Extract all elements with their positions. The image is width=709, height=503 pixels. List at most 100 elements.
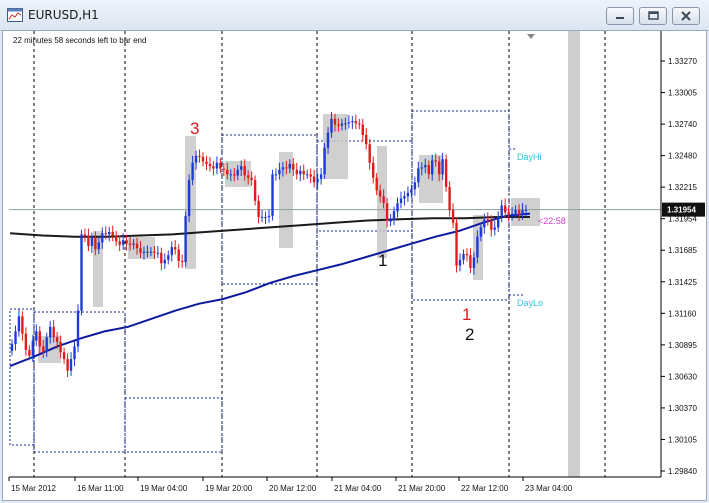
- bullish-candle: [326, 132, 330, 148]
- chart-window-icon: [7, 8, 23, 22]
- bullish-candle: [108, 232, 111, 235]
- bearish-candle: [243, 166, 246, 176]
- bearish-candle: [153, 251, 156, 253]
- bullish-candle: [403, 196, 406, 199]
- price-tick-label: 1.32215: [668, 183, 697, 192]
- bearish-candle: [507, 212, 510, 215]
- bearish-candle: [302, 170, 305, 175]
- bullish-candle: [271, 174, 274, 216]
- bullish-candle: [69, 359, 73, 371]
- bearish-candle: [285, 167, 288, 169]
- bullish-candle: [340, 123, 344, 126]
- bearish-candle: [139, 248, 142, 253]
- minimize-button[interactable]: [606, 7, 634, 25]
- bearish-candle: [181, 260, 184, 263]
- bullish-candle: [431, 160, 434, 175]
- bar-timer-text: 22 minutes 58 seconds left to bar end: [13, 36, 146, 45]
- chart-canvas[interactable]: DayHiDayLo<22:58311222 minutes 58 second…: [3, 31, 706, 500]
- bearish-candle: [257, 200, 260, 217]
- bearish-candle: [382, 196, 385, 204]
- bearish-candle: [444, 159, 448, 187]
- bearish-candle: [198, 155, 201, 157]
- bearish-candle: [94, 237, 97, 250]
- bullish-candle: [45, 337, 48, 353]
- bullish-candle: [524, 210, 528, 212]
- bullish-candle: [17, 316, 21, 332]
- bullish-candle: [521, 210, 524, 215]
- bearish-candle: [177, 249, 180, 261]
- chart-window: EURUSD,H1 DayHi DayLo <22:58 3 1 1 2 22 minutes…: [0, 0, 709, 503]
- bullish-candle: [260, 217, 264, 218]
- bearish-candle: [295, 169, 298, 175]
- bullish-candle: [149, 251, 153, 253]
- bullish-candle: [344, 123, 347, 125]
- plot-area: [9, 31, 661, 477]
- bearish-candle: [365, 135, 368, 145]
- bullish-candle: [132, 243, 135, 245]
- time-tick-label: 22 Mar 12:00: [461, 484, 509, 493]
- bullish-candle: [483, 219, 486, 228]
- bullish-candle: [316, 178, 319, 183]
- bearish-candle: [385, 203, 389, 221]
- price-chart[interactable]: DayHi DayLo <22:58 3 1 1 2 22 minutes 58 second…: [2, 30, 707, 501]
- bullish-candle: [319, 174, 323, 179]
- bearish-candle: [448, 187, 451, 211]
- bearish-candle: [434, 160, 437, 162]
- bullish-candle: [493, 227, 496, 230]
- close-icon: [681, 11, 691, 21]
- wave-label-3: 3: [190, 119, 199, 138]
- bearish-candle: [118, 241, 121, 245]
- bearish-candle: [160, 252, 163, 264]
- bullish-candle: [215, 162, 219, 169]
- bullish-candle: [97, 242, 100, 250]
- restore-button[interactable]: [639, 7, 667, 25]
- price-tick-label: 1.32480: [668, 152, 697, 161]
- bullish-candle: [278, 169, 281, 175]
- title-bar[interactable]: EURUSD,H1: [0, 0, 709, 31]
- restore-icon: [648, 11, 659, 20]
- bearish-candle: [111, 232, 114, 236]
- time-tick-label: 15 Mar 2012: [11, 484, 56, 493]
- bearish-candle: [451, 210, 455, 223]
- bearish-candle: [128, 243, 132, 245]
- bearish-candle: [486, 219, 489, 221]
- wave-label-1-black: 1: [378, 251, 387, 270]
- bearish-candle: [292, 163, 295, 170]
- bullish-candle: [194, 155, 198, 163]
- bullish-candle: [462, 254, 465, 260]
- bullish-candle: [163, 259, 166, 264]
- time-tick-label: 19 Mar 20:00: [205, 484, 253, 493]
- bearish-candle: [59, 341, 62, 353]
- bearish-candle: [115, 235, 118, 242]
- bearish-candle: [309, 174, 312, 177]
- bullish-candle: [170, 247, 173, 256]
- price-tick-label: 1.33005: [668, 89, 697, 98]
- bullish-candle: [458, 259, 462, 266]
- time-tick-label: 23 Mar 04:00: [525, 484, 573, 493]
- wave-label-2: 2: [465, 325, 474, 344]
- bearish-candle: [222, 168, 226, 170]
- bearish-candle: [247, 175, 250, 178]
- bullish-candle: [514, 210, 517, 214]
- bullish-candle: [472, 257, 476, 268]
- bearish-candle: [312, 176, 316, 183]
- bearish-candle: [368, 144, 371, 163]
- bearish-candle: [375, 177, 378, 191]
- close-button[interactable]: [672, 7, 700, 25]
- time-tick-label: 20 Mar 12:00: [269, 484, 317, 493]
- bullish-candle: [396, 203, 399, 212]
- bearish-candle: [358, 123, 361, 125]
- bearish-candle: [517, 210, 521, 215]
- bullish-candle: [10, 344, 14, 351]
- bullish-candle: [441, 159, 444, 175]
- bullish-candle: [14, 331, 17, 345]
- bullish-candle: [281, 167, 285, 170]
- price-tick-label: 1.30370: [668, 404, 697, 413]
- bearish-candle: [42, 346, 45, 353]
- price-tick-label: 1.31160: [668, 309, 697, 318]
- time-tick-label: 16 Mar 11:00: [77, 484, 124, 493]
- price-tick-label: 1.30895: [668, 341, 697, 350]
- bullish-candle: [274, 174, 278, 176]
- bearish-candle: [469, 255, 472, 268]
- bearish-candle: [205, 161, 208, 164]
